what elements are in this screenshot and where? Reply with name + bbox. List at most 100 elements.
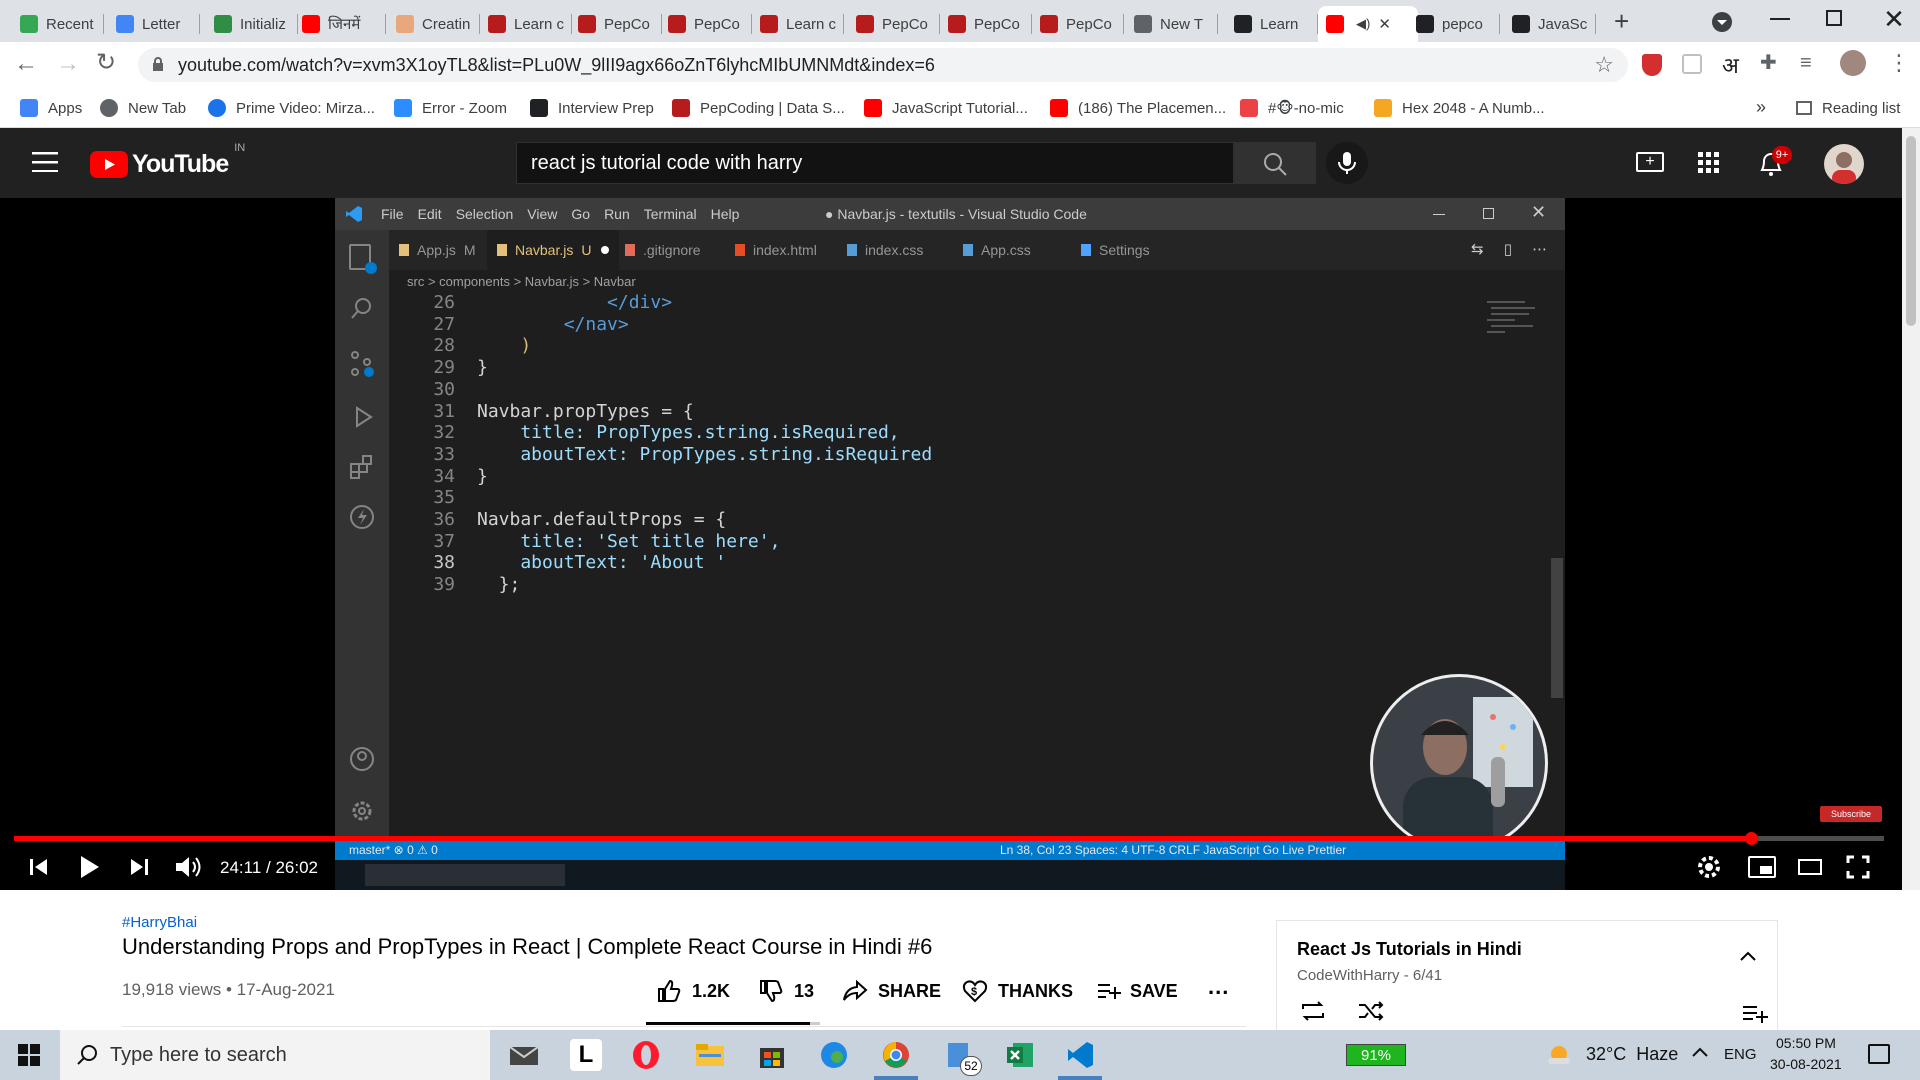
- thanks-button[interactable]: $ THANKS: [962, 978, 1073, 1004]
- show-hidden-icons-chevron-icon[interactable]: [1690, 1042, 1710, 1062]
- extension-box-icon[interactable]: [1682, 54, 1702, 74]
- browser-tab[interactable]: PepCo: [660, 6, 752, 42]
- input-language[interactable]: ENG: [1724, 1046, 1757, 1063]
- media-control-icon[interactable]: ≡: [1800, 52, 1812, 75]
- edge-icon[interactable]: [818, 1039, 850, 1071]
- fullscreen-button[interactable]: [1846, 855, 1870, 879]
- reading-list-button[interactable]: Reading list: [1796, 88, 1900, 128]
- theater-mode-button[interactable]: [1798, 859, 1822, 875]
- chrome-icon[interactable]: [880, 1039, 912, 1071]
- puzzle-icon[interactable]: ✚: [1760, 50, 1777, 75]
- browser-tab[interactable]: PepCo: [570, 6, 662, 42]
- add-to-queue-button[interactable]: [1741, 1001, 1769, 1025]
- browser-tab[interactable]: Initializ: [206, 6, 298, 42]
- bookmark-item[interactable]: Apps: [20, 88, 82, 128]
- taskbar-search-box[interactable]: Type here to search: [60, 1030, 490, 1080]
- bookmark-item[interactable]: Interview Prep: [530, 88, 654, 128]
- loop-playlist-button[interactable]: [1299, 999, 1327, 1023]
- weather-icon[interactable]: [1546, 1042, 1572, 1068]
- browser-tab[interactable]: New T: [1126, 6, 1218, 42]
- bookmark-item[interactable]: Hex 2048 - A Numb...: [1374, 88, 1545, 128]
- weather-text[interactable]: 32°C Haze: [1586, 1044, 1678, 1065]
- progress-scrubber[interactable]: [1745, 832, 1758, 845]
- vscode-taskbar-icon[interactable]: [1064, 1039, 1096, 1071]
- notification-center-icon[interactable]: [1868, 1044, 1890, 1064]
- more-bookmarks-button[interactable]: »: [1756, 97, 1766, 118]
- opera-icon[interactable]: [630, 1039, 662, 1071]
- profile-avatar[interactable]: [1840, 50, 1866, 76]
- restore-button[interactable]: [1826, 10, 1842, 26]
- extension-shield-icon[interactable]: [1642, 54, 1662, 76]
- miniplayer-button[interactable]: [1748, 856, 1776, 878]
- settings-button[interactable]: [1696, 854, 1722, 880]
- youtube-search-button[interactable]: [1234, 142, 1316, 184]
- mail-app-icon[interactable]: [508, 1039, 540, 1071]
- like-button[interactable]: 1.2K: [656, 978, 730, 1004]
- collapse-playlist-button[interactable]: [1737, 945, 1759, 967]
- youtube-search-input[interactable]: react js tutorial code with harry: [516, 142, 1234, 184]
- battery-indicator[interactable]: 91%: [1346, 1044, 1406, 1066]
- forward-button[interactable]: →: [56, 50, 84, 78]
- bookmark-item[interactable]: Error - Zoom: [394, 88, 507, 128]
- browser-tab[interactable]: Recent: [12, 6, 104, 42]
- browser-tab[interactable]: PepCo: [848, 6, 940, 42]
- clock-time[interactable]: 05:50 PM: [1776, 1035, 1836, 1051]
- create-video-icon[interactable]: +: [1636, 152, 1664, 172]
- browser-tab[interactable]: ◀) ✕: [1318, 6, 1418, 42]
- minimize-button[interactable]: [1770, 18, 1790, 20]
- close-window-button[interactable]: ✕: [1880, 4, 1908, 34]
- progress-bar[interactable]: [14, 836, 1884, 841]
- share-button[interactable]: SHARE: [842, 978, 941, 1004]
- browser-tab[interactable]: Letter: [108, 6, 200, 42]
- voice-search-button[interactable]: [1326, 142, 1368, 184]
- tab-search-button[interactable]: [1710, 10, 1734, 34]
- start-button[interactable]: [18, 1044, 40, 1066]
- playlist-title[interactable]: React Js Tutorials in Hindi: [1297, 939, 1522, 960]
- bookmark-item[interactable]: New Tab: [100, 88, 186, 128]
- extension-hindi-icon[interactable]: अ: [1722, 50, 1739, 80]
- address-bar[interactable]: youtube.com/watch?v=xvm3X1oyTL8&list=PLu…: [138, 48, 1628, 82]
- clock-date[interactable]: 30-08-2021: [1770, 1056, 1842, 1072]
- shuffle-playlist-button[interactable]: [1357, 999, 1385, 1023]
- browser-tab[interactable]: Creatin: [388, 6, 480, 42]
- reload-button[interactable]: ↻: [96, 48, 124, 76]
- account-avatar[interactable]: [1824, 144, 1864, 184]
- tab-close-icon[interactable]: ✕: [1378, 15, 1391, 33]
- more-actions-button[interactable]: ...: [1208, 974, 1229, 1000]
- browser-menu-icon[interactable]: ⋮: [1888, 50, 1910, 76]
- dislike-button[interactable]: 13: [758, 978, 814, 1004]
- browser-tab[interactable]: Learn c: [480, 6, 572, 42]
- browser-tab[interactable]: JavaSc: [1504, 6, 1596, 42]
- playlist-subtitle[interactable]: CodeWithHarry - 6/41: [1297, 967, 1442, 984]
- file-explorer-icon[interactable]: [694, 1039, 726, 1071]
- bookmark-item[interactable]: JavaScript Tutorial...: [864, 88, 1028, 128]
- video-player[interactable]: File Edit Selection View Go Run Terminal Help ●…: [0, 198, 1920, 890]
- next-button[interactable]: [128, 856, 150, 878]
- save-button[interactable]: SAVE: [1096, 978, 1178, 1004]
- volume-button[interactable]: [174, 854, 202, 880]
- bookmark-star-icon[interactable]: ☆: [1594, 52, 1614, 78]
- bookmark-item[interactable]: PepCoding | Data S...: [672, 88, 845, 128]
- tab-audio-icon[interactable]: ◀): [1356, 16, 1370, 32]
- browser-tab[interactable]: pepco: [1408, 6, 1500, 42]
- previous-button[interactable]: [28, 856, 50, 878]
- youtube-logo[interactable]: YouTube IN: [90, 142, 245, 178]
- microsoft-store-icon[interactable]: [756, 1039, 788, 1071]
- letter-l-app-icon[interactable]: L: [570, 1039, 602, 1071]
- video-hashtag[interactable]: #HarryBhai: [122, 914, 197, 931]
- hamburger-menu-icon[interactable]: [32, 152, 58, 172]
- new-tab-button[interactable]: +: [1614, 6, 1629, 37]
- browser-tab[interactable]: PepCo: [940, 6, 1032, 42]
- browser-tab[interactable]: Learn c: [752, 6, 844, 42]
- play-button[interactable]: [76, 854, 102, 880]
- browser-tab[interactable]: Learn: [1226, 6, 1318, 42]
- bookmark-item[interactable]: #🐵-no-mic: [1240, 88, 1344, 128]
- excel-icon[interactable]: [1004, 1039, 1036, 1071]
- page-scrollbar-thumb[interactable]: [1906, 136, 1916, 326]
- subscribe-watermark[interactable]: Subscribe: [1820, 806, 1882, 822]
- bookmark-item[interactable]: Prime Video: Mirza...: [208, 88, 375, 128]
- browser-tab[interactable]: जिनमें: [294, 6, 386, 42]
- apps-grid-icon[interactable]: [1698, 152, 1720, 174]
- back-button[interactable]: ←: [14, 50, 42, 78]
- browser-tab[interactable]: PepCo: [1032, 6, 1124, 42]
